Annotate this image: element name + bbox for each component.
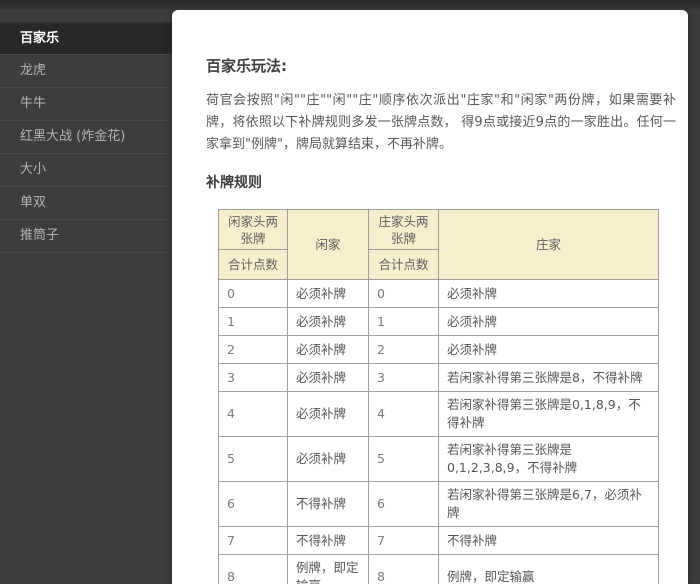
content-panel: 百家乐玩法: 荷官会按照"闲""庄""闲""庄"顺序依次派出"庄家"和"闲家"两… <box>172 10 688 584</box>
player-rule-cell: 必须补牌 <box>288 364 369 392</box>
header-player: 闲家 <box>288 210 369 280</box>
rules-heading: 补牌规则 <box>206 172 676 192</box>
sidebar-item-tuitongzi[interactable]: 推筒子 <box>0 220 172 253</box>
banker-points-cell: 7 <box>369 527 439 555</box>
player-points-cell: 6 <box>219 482 288 527</box>
player-points-cell: 7 <box>219 527 288 555</box>
banker-points-cell: 3 <box>369 364 439 392</box>
page-title: 百家乐玩法: <box>206 58 676 74</box>
banker-points-cell: 5 <box>369 437 439 482</box>
player-points-cell: 0 <box>219 280 288 308</box>
player-rule-cell: 必须补牌 <box>288 308 369 336</box>
banker-rule-cell: 不得补牌 <box>439 527 659 555</box>
sidebar-item-label: 龙虎 <box>20 63 46 78</box>
player-points-cell: 1 <box>219 308 288 336</box>
player-rule-cell: 必须补牌 <box>288 392 369 437</box>
sidebar-item-longhu[interactable]: 龙虎 <box>0 55 172 88</box>
banker-points-cell: 1 <box>369 308 439 336</box>
table-row: 0 必须补牌 0 必须补牌 <box>219 280 659 308</box>
header-player-first-two-cards: 闲家头两张牌 <box>219 210 288 250</box>
table-row: 2 必须补牌 2 必须补牌 <box>219 336 659 364</box>
banker-points-cell: 8 <box>369 555 439 584</box>
table-row: 4 必须补牌 4 若闲家补得第三张牌是0,1,8,9，不得补牌 <box>219 392 659 437</box>
table-row: 5 必须补牌 5 若闲家补得第三张牌是0,1,2,3,8,9，不得补牌 <box>219 437 659 482</box>
header-banker: 庄家 <box>439 210 659 280</box>
top-bar <box>0 0 700 10</box>
banker-rule-cell: 若闲家补得第三张牌是8，不得补牌 <box>439 364 659 392</box>
sidebar-item-daxiao[interactable]: 大小 <box>0 154 172 187</box>
table-row: 6 不得补牌 6 若闲家补得第三张牌是6,7，必须补牌 <box>219 482 659 527</box>
header-banker-first-two-cards: 庄家头两张牌 <box>369 210 439 250</box>
table-row: 3 必须补牌 3 若闲家补得第三张牌是8，不得补牌 <box>219 364 659 392</box>
banker-rule-cell: 若闲家补得第三张牌是0,1,8,9，不得补牌 <box>439 392 659 437</box>
sidebar-item-label: 推筒子 <box>20 228 59 243</box>
sidebar-item-baijiale[interactable]: 百家乐 <box>0 22 172 55</box>
sidebar-item-niuniu[interactable]: 牛牛 <box>0 88 172 121</box>
banker-rule-cell: 必须补牌 <box>439 308 659 336</box>
player-rule-cell: 必须补牌 <box>288 336 369 364</box>
intro-paragraph: 荷官会按照"闲""庄""闲""庄"顺序依次派出"庄家"和"闲家"两份牌，如果需要… <box>206 90 676 156</box>
sidebar-item-label: 单双 <box>20 195 46 210</box>
draw-rules-table: 闲家头两张牌 闲家 庄家头两张牌 庄家 合计点数 合计点数 0 必须补牌 0 必… <box>218 209 659 584</box>
player-rule-cell: 必须补牌 <box>288 280 369 308</box>
sidebar-item-danshuang[interactable]: 单双 <box>0 187 172 220</box>
banker-rule-cell: 若闲家补得第三张牌是6,7，必须补牌 <box>439 482 659 527</box>
player-points-cell: 5 <box>219 437 288 482</box>
sidebar-item-label: 大小 <box>20 162 46 177</box>
banker-rule-cell: 必须补牌 <box>439 280 659 308</box>
header-player-total-points: 合计点数 <box>219 250 288 280</box>
banker-rule-cell: 若闲家补得第三张牌是0,1,2,3,8,9，不得补牌 <box>439 437 659 482</box>
table-row: 1 必须补牌 1 必须补牌 <box>219 308 659 336</box>
banker-points-cell: 6 <box>369 482 439 527</box>
sidebar-menu: 百家乐 龙虎 牛牛 红黑大战 (炸金花) 大小 单双 推筒子 <box>0 22 172 253</box>
sidebar-item-label: 百家乐 <box>20 31 59 46</box>
banker-rule-cell: 例牌，即定输赢 <box>439 555 659 584</box>
player-points-cell: 3 <box>219 364 288 392</box>
banker-points-cell: 0 <box>369 280 439 308</box>
sidebar-item-label: 牛牛 <box>20 96 46 111</box>
sidebar-item-label: 红黑大战 (炸金花) <box>20 129 125 144</box>
sidebar-item-honghei-dazhan[interactable]: 红黑大战 (炸金花) <box>0 121 172 154</box>
player-points-cell: 4 <box>219 392 288 437</box>
banker-rule-cell: 必须补牌 <box>439 336 659 364</box>
sidebar: 百家乐 龙虎 牛牛 红黑大战 (炸金花) 大小 单双 推筒子 <box>0 0 172 584</box>
player-rule-cell: 不得补牌 <box>288 482 369 527</box>
player-rule-cell: 不得补牌 <box>288 527 369 555</box>
player-points-cell: 2 <box>219 336 288 364</box>
player-rule-cell: 必须补牌 <box>288 437 369 482</box>
player-rule-cell: 例牌，即定输赢 <box>288 555 369 584</box>
table-row: 7 不得补牌 7 不得补牌 <box>219 527 659 555</box>
table-row: 8 例牌，即定输赢 8 例牌，即定输赢 <box>219 555 659 584</box>
banker-points-cell: 2 <box>369 336 439 364</box>
header-banker-total-points: 合计点数 <box>369 250 439 280</box>
player-points-cell: 8 <box>219 555 288 584</box>
banker-points-cell: 4 <box>369 392 439 437</box>
